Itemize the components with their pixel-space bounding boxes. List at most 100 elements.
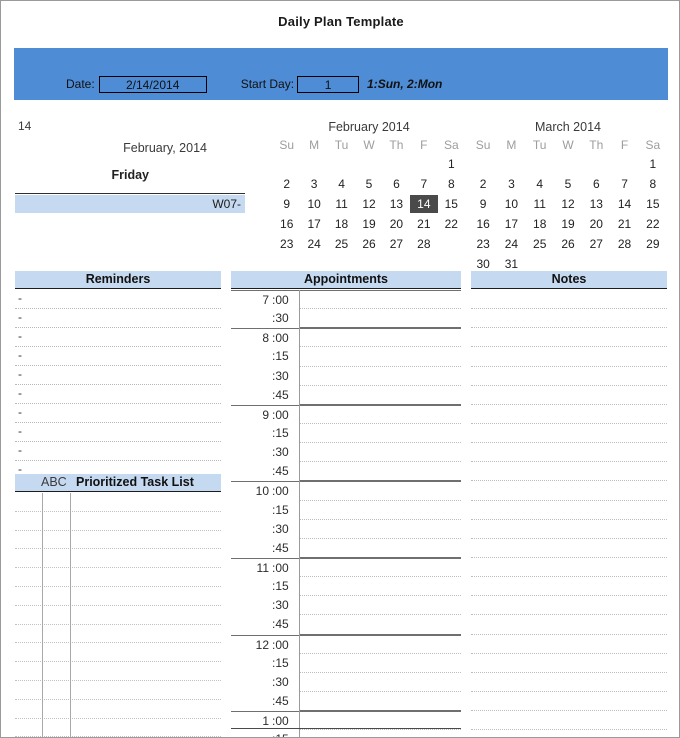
calendar-day[interactable]: 23 [273,235,300,253]
appointment-row[interactable]: 11:00 [231,557,461,578]
calendar-day[interactable]: 5 [554,175,582,193]
appointment-slot[interactable] [299,577,461,597]
calendar-day[interactable]: 7 [610,175,638,193]
note-row[interactable] [471,673,667,692]
task-row[interactable] [15,549,221,569]
calendar-day[interactable]: 25 [526,235,554,253]
appointment-row[interactable]: 12:00 [231,634,461,654]
appointment-slot[interactable] [299,443,461,463]
appointment-row[interactable]: :30 [231,367,461,386]
calendar-day[interactable]: 24 [300,235,327,253]
note-row[interactable] [471,309,667,329]
note-row[interactable] [471,635,667,654]
calendar-day[interactable]: 6 [383,175,410,193]
appointment-slot[interactable] [299,309,461,329]
reminder-row[interactable]: - [15,423,221,442]
appointment-slot[interactable] [299,673,461,692]
calendar-day[interactable]: 19 [554,215,582,233]
note-row[interactable] [471,501,667,520]
note-row[interactable] [471,405,667,424]
calendar-day[interactable]: 1 [639,155,667,173]
calendar-day[interactable]: 10 [300,195,327,213]
appointments-list[interactable]: 7:00:30 8:00:15:30:45 9:00:15:30:45 10:00:1… [231,290,461,737]
appointment-slot[interactable] [299,596,461,616]
appointment-row[interactable]: 9:00 [231,404,461,424]
appointment-row[interactable]: :45 [231,692,461,712]
date-input[interactable]: 2/14/2014 [98,75,207,93]
calendar-day[interactable]: 23 [469,235,497,253]
mini-calendar-march[interactable]: March 2014 Su M Tu W Th F Sa 1 2 3 4 5 6 7 8 9 10 11 12 13… [469,120,667,273]
appointment-slot[interactable] [299,386,461,405]
calendar-day[interactable]: 15 [639,195,667,213]
reminder-row[interactable]: - [15,366,221,385]
note-row[interactable] [471,462,667,482]
note-row[interactable] [471,328,667,348]
task-row[interactable] [15,719,221,737]
note-row[interactable] [471,290,667,310]
calendar-day[interactable]: 9 [273,195,300,213]
appointment-row[interactable]: 8:00 [231,328,461,348]
reminder-row[interactable]: - [15,404,221,423]
calendar-day[interactable]: 5 [355,175,382,193]
reminder-row[interactable]: - [15,347,221,366]
appointment-slot[interactable] [299,291,461,310]
reminder-row[interactable]: - [15,385,221,404]
calendar-day[interactable]: 20 [383,215,410,233]
calendar-day[interactable]: 17 [300,215,327,233]
calendar-day[interactable]: 14 [410,195,438,213]
note-row[interactable] [471,424,667,444]
appointment-slot[interactable] [299,520,461,539]
calendar-day[interactable]: 8 [438,175,465,193]
task-row[interactable] [15,643,221,663]
note-row[interactable] [471,520,667,539]
calendar-day[interactable]: 21 [610,215,638,233]
appointment-row[interactable]: :15 [231,501,461,520]
note-row[interactable] [471,481,667,501]
appointment-slot[interactable] [299,654,461,673]
calendar-day[interactable]: 26 [554,235,582,253]
calendar-day[interactable]: 9 [469,195,497,213]
appointment-row[interactable]: 10:00 [231,481,461,501]
appointment-slot[interactable] [299,367,461,386]
reminder-row[interactable]: - [15,442,221,461]
appointment-row[interactable]: :15 [231,347,461,367]
reminder-row[interactable]: - [15,309,221,328]
calendar-day[interactable]: 28 [610,235,638,253]
task-row[interactable] [15,568,221,587]
note-row[interactable] [471,347,667,367]
calendar-day[interactable]: 10 [497,195,525,213]
calendar-day[interactable]: 11 [328,195,355,213]
calendar-day[interactable]: 27 [582,235,610,253]
task-row[interactable] [15,681,221,700]
calendar-day[interactable]: 21 [410,215,437,233]
notes-body[interactable] [471,290,667,731]
note-row[interactable] [471,654,667,673]
week-number-row[interactable]: W07- [15,195,245,213]
note-row[interactable] [471,692,667,712]
appointment-row[interactable]: :45 [231,615,461,635]
appointment-row[interactable]: :45 [231,539,461,558]
calendar-day[interactable]: 12 [554,195,582,213]
task-row[interactable] [15,700,221,719]
task-row[interactable] [15,512,221,531]
appointment-slot[interactable] [299,539,461,558]
calendar-day[interactable]: 2 [273,175,300,193]
calendar-day[interactable]: 19 [355,215,382,233]
reminders-list[interactable]: ---------- [15,290,221,480]
appointment-slot[interactable] [299,501,461,520]
calendar-day[interactable]: 11 [526,195,554,213]
appointment-row[interactable]: 7:00 [231,290,461,310]
appointment-row[interactable]: :15 [231,577,461,597]
reminder-row[interactable]: - [15,290,221,309]
appointment-row[interactable]: :45 [231,462,461,482]
start-day-input[interactable]: 1 [297,75,360,93]
calendar-day[interactable]: 6 [582,175,610,193]
calendar-day[interactable]: 2 [469,175,497,193]
calendar-day[interactable]: 3 [300,175,327,193]
calendar-day[interactable]: 22 [639,215,667,233]
calendar-day[interactable]: 20 [582,215,610,233]
note-row[interactable] [471,443,667,463]
calendar-day[interactable]: 13 [582,195,610,213]
appointment-slot[interactable] [299,692,461,712]
appointment-slot[interactable] [299,636,461,654]
